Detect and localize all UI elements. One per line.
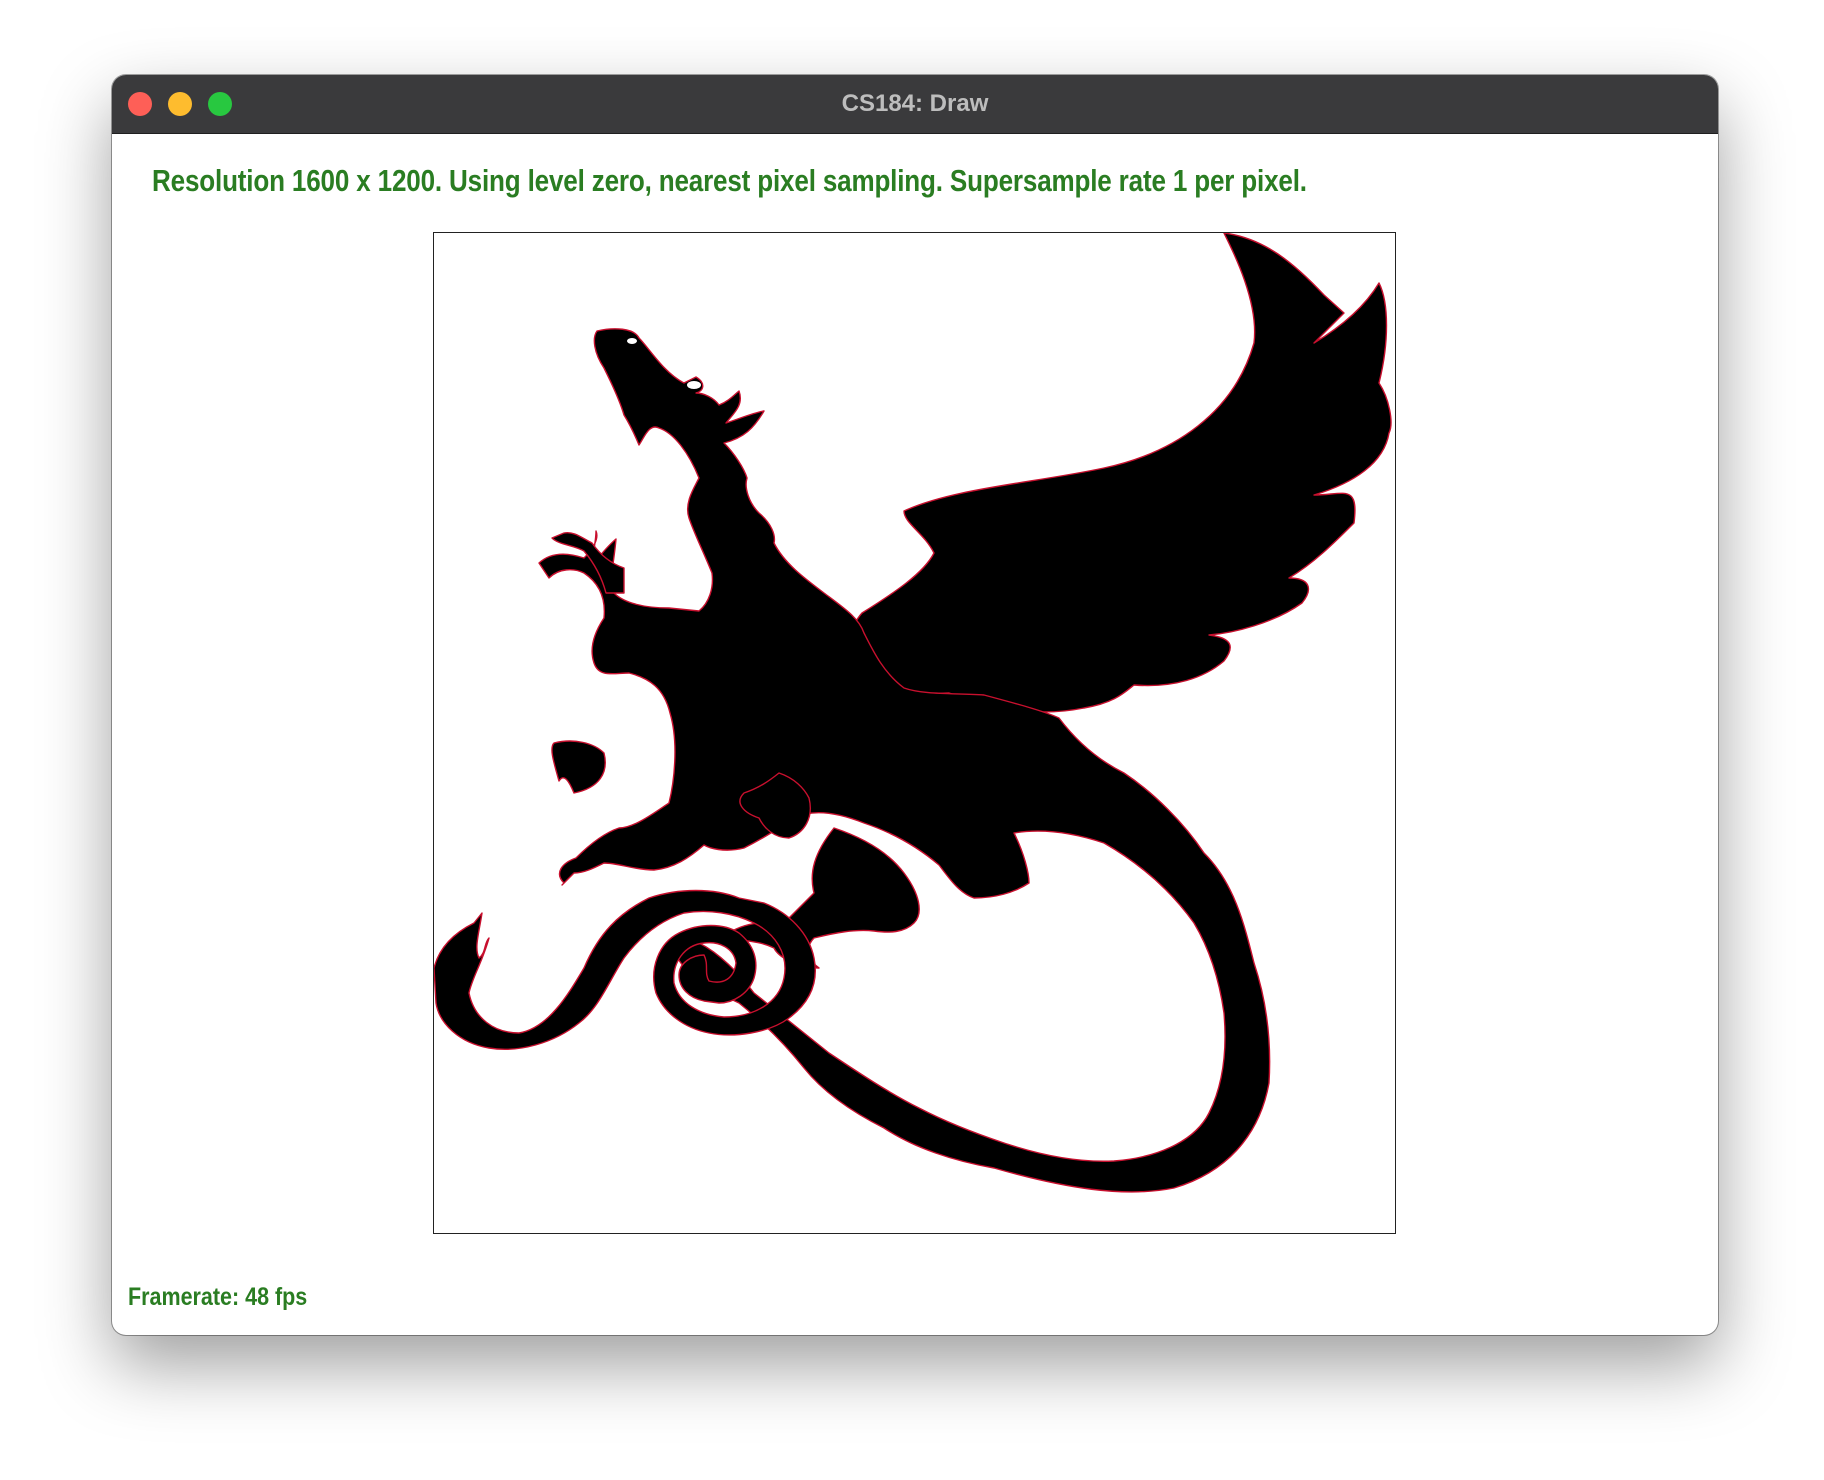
dragon-eye: [687, 381, 701, 389]
dragon-silhouette: [434, 233, 1392, 1193]
dragon-lower-claw: [551, 740, 606, 794]
dragon-nostril: [627, 338, 637, 344]
drawing-canvas[interactable]: [433, 232, 1396, 1234]
dragon-tail: [434, 889, 816, 1050]
app-window: CS184: Draw Resolution 1600 x 1200. Usin…: [112, 75, 1718, 1335]
dragon-wing: [852, 233, 1392, 713]
dragon-hind-leg: [728, 827, 920, 969]
title-bar[interactable]: CS184: Draw: [112, 75, 1718, 134]
framerate-readout: Framerate: 48 fps: [128, 1283, 308, 1311]
status-text: Resolution 1600 x 1200. Using level zero…: [152, 163, 1307, 198]
window-title: CS184: Draw: [841, 90, 989, 117]
